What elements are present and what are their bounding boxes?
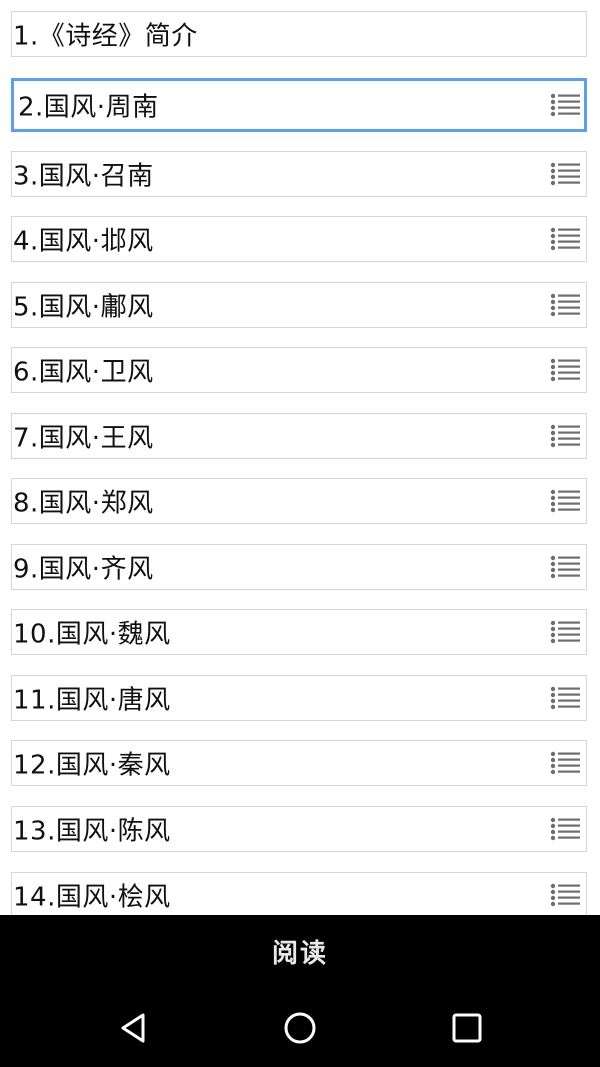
list-menu-icon[interactable] bbox=[550, 747, 582, 779]
chapter-title: 13.国风·陈风 bbox=[13, 816, 171, 847]
back-icon bbox=[121, 1013, 145, 1043]
list-menu-icon[interactable] bbox=[550, 813, 582, 845]
list-menu-icon[interactable] bbox=[550, 485, 582, 517]
chapter-list-item[interactable]: 13.国风·陈风 bbox=[11, 806, 587, 852]
list-menu-icon[interactable] bbox=[550, 616, 582, 648]
chapter-list-item[interactable]: 14.国风·桧风 bbox=[11, 872, 587, 915]
list-menu-icon[interactable] bbox=[550, 158, 582, 190]
chapter-title: 7.国风·王风 bbox=[13, 423, 154, 454]
chapter-title: 4.国风·邶风 bbox=[13, 226, 154, 257]
chapter-list-item[interactable]: 10.国风·魏风 bbox=[11, 609, 587, 655]
chapter-title: 11.国风·唐风 bbox=[13, 685, 171, 716]
chapter-list-item[interactable]: 1.《诗经》简介 bbox=[11, 11, 587, 57]
chapter-list-item[interactable]: 8.国风·郑风 bbox=[11, 478, 587, 524]
chapter-title: 3.国风·召南 bbox=[13, 161, 154, 192]
recents-button[interactable] bbox=[450, 1011, 484, 1045]
chapter-list-item[interactable]: 12.国风·秦风 bbox=[11, 740, 587, 786]
chapter-list-item[interactable]: 6.国风·卫风 bbox=[11, 347, 587, 393]
list-menu-icon[interactable] bbox=[550, 682, 582, 714]
home-button[interactable] bbox=[283, 1011, 317, 1045]
chapter-title: 6.国风·卫风 bbox=[13, 357, 154, 388]
chapter-title: 1.《诗经》简介 bbox=[13, 21, 198, 52]
recents-icon bbox=[452, 1013, 482, 1043]
chapter-title: 12.国风·秦风 bbox=[13, 750, 171, 781]
list-menu-icon[interactable] bbox=[550, 551, 582, 583]
list-menu-icon[interactable] bbox=[550, 420, 582, 452]
back-button[interactable] bbox=[117, 1011, 151, 1045]
chapter-list-item[interactable]: 5.国风·鄘风 bbox=[11, 282, 587, 328]
chapter-list-item[interactable]: 2.国风·周南 bbox=[11, 78, 587, 132]
list-menu-icon[interactable] bbox=[550, 879, 582, 911]
read-button[interactable]: 阅读 bbox=[0, 915, 600, 987]
chapter-list: 1.《诗经》简介 2.国风·周南 3.国风·召南 4.国风·邶风 5.国风·鄘风 6.国风… bbox=[0, 0, 600, 915]
chapter-list-item[interactable]: 7.国风·王风 bbox=[11, 413, 587, 459]
chapter-title: 5.国风·鄘风 bbox=[13, 292, 154, 323]
list-menu-icon[interactable] bbox=[550, 89, 582, 121]
read-button-label: 阅读 bbox=[271, 938, 328, 969]
chapter-title: 2.国风·周南 bbox=[18, 92, 159, 123]
home-icon bbox=[284, 1012, 316, 1044]
chapter-title: 10.国风·魏风 bbox=[13, 619, 171, 650]
chapter-title: 8.国风·郑风 bbox=[13, 488, 154, 519]
list-menu-icon[interactable] bbox=[550, 223, 582, 255]
chapter-list-item[interactable]: 9.国风·齐风 bbox=[11, 544, 587, 590]
chapter-list-item[interactable]: 11.国风·唐风 bbox=[11, 675, 587, 721]
system-nav-bar bbox=[0, 987, 600, 1067]
chapter-list-item[interactable]: 4.国风·邶风 bbox=[11, 216, 587, 262]
list-menu-icon[interactable] bbox=[550, 354, 582, 386]
chapter-list-item[interactable]: 3.国风·召南 bbox=[11, 151, 587, 197]
chapter-title: 14.国风·桧风 bbox=[13, 882, 171, 913]
list-menu-icon[interactable] bbox=[550, 289, 582, 321]
chapter-title: 9.国风·齐风 bbox=[13, 554, 154, 585]
